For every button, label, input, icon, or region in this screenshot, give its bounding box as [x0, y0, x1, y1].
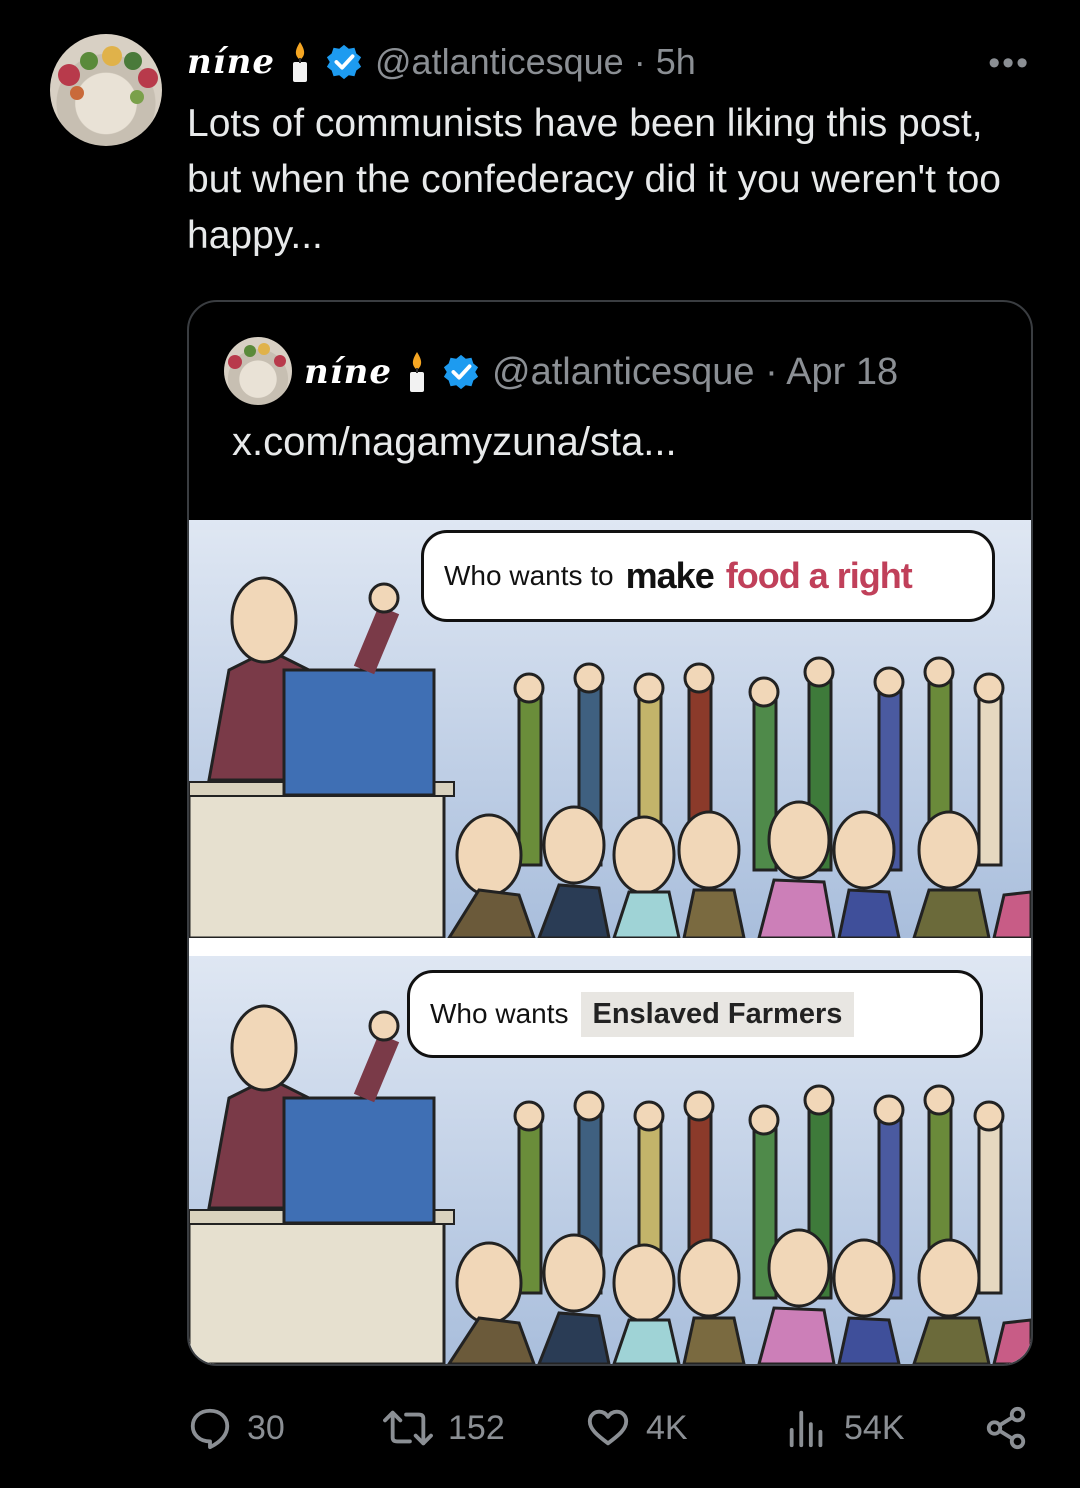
author-row: níne @atlanticesque · 5h: [187, 36, 696, 88]
meme-panel-1: Who wants to make food a right: [189, 520, 1031, 938]
reply-count: 30: [247, 1408, 285, 1447]
views-count: 54K: [844, 1408, 905, 1447]
post-time: 5h: [655, 41, 696, 82]
quoted-author-avatar: [224, 337, 292, 405]
quoted-post-date: Apr 18: [786, 350, 899, 393]
bubble-2-tag: Enslaved Farmers: [580, 991, 855, 1037]
meme-panel-2: Who wants Enslaved Farmers: [189, 956, 1031, 1364]
heart-icon: [587, 1409, 629, 1446]
quoted-author-handle: @atlanticesque · Apr 18: [492, 350, 899, 393]
author-handle[interactable]: @atlanticesque · 5h: [375, 41, 696, 83]
author-name[interactable]: níne: [187, 42, 275, 82]
tweet-action-bar: 30 152 4K 54K: [187, 1400, 1029, 1456]
views-icon: [789, 1410, 823, 1448]
quoted-author-name: níne: [304, 352, 392, 392]
author-avatar[interactable]: [50, 34, 162, 146]
like-count: 4K: [646, 1408, 688, 1447]
verified-badge-icon: [326, 44, 362, 80]
speech-bubble-2: Who wants Enslaved Farmers: [407, 970, 983, 1058]
reply-button[interactable]: 30: [187, 1400, 285, 1456]
views-button[interactable]: 54K: [784, 1400, 905, 1456]
speech-bubble-1: Who wants to make food a right: [421, 530, 995, 622]
share-icon: [986, 1406, 1026, 1450]
candle-icon: [293, 42, 307, 82]
repost-icon: [383, 1410, 433, 1446]
quoted-tweet-card[interactable]: níne @atlanticesque · Apr 18 x.com/nagam…: [187, 300, 1033, 1366]
like-button[interactable]: 4K: [584, 1400, 688, 1456]
reply-icon: [190, 1408, 230, 1450]
bubble-1-prefix: Who wants to: [444, 560, 614, 591]
bubble-1-highlight: food a right: [725, 555, 913, 596]
candle-icon: [410, 352, 424, 392]
more-options-button[interactable]: •••: [988, 44, 1030, 83]
bubble-1-make: make: [625, 555, 715, 596]
bubble-2-prefix: Who wants: [430, 998, 569, 1029]
tweet-text: Lots of communists have been liking this…: [187, 102, 1001, 257]
quoted-author-row: níne @atlanticesque · Apr 18: [304, 346, 898, 398]
share-button[interactable]: [983, 1400, 1029, 1456]
verified-badge-icon: [443, 354, 479, 390]
quoted-link[interactable]: x.com/nagamyzuna/sta...: [232, 420, 677, 465]
repost-count: 152: [448, 1408, 505, 1447]
meme-image[interactable]: Who wants to make food a right Who wants…: [189, 520, 1031, 1364]
repost-button[interactable]: 152: [382, 1400, 505, 1456]
